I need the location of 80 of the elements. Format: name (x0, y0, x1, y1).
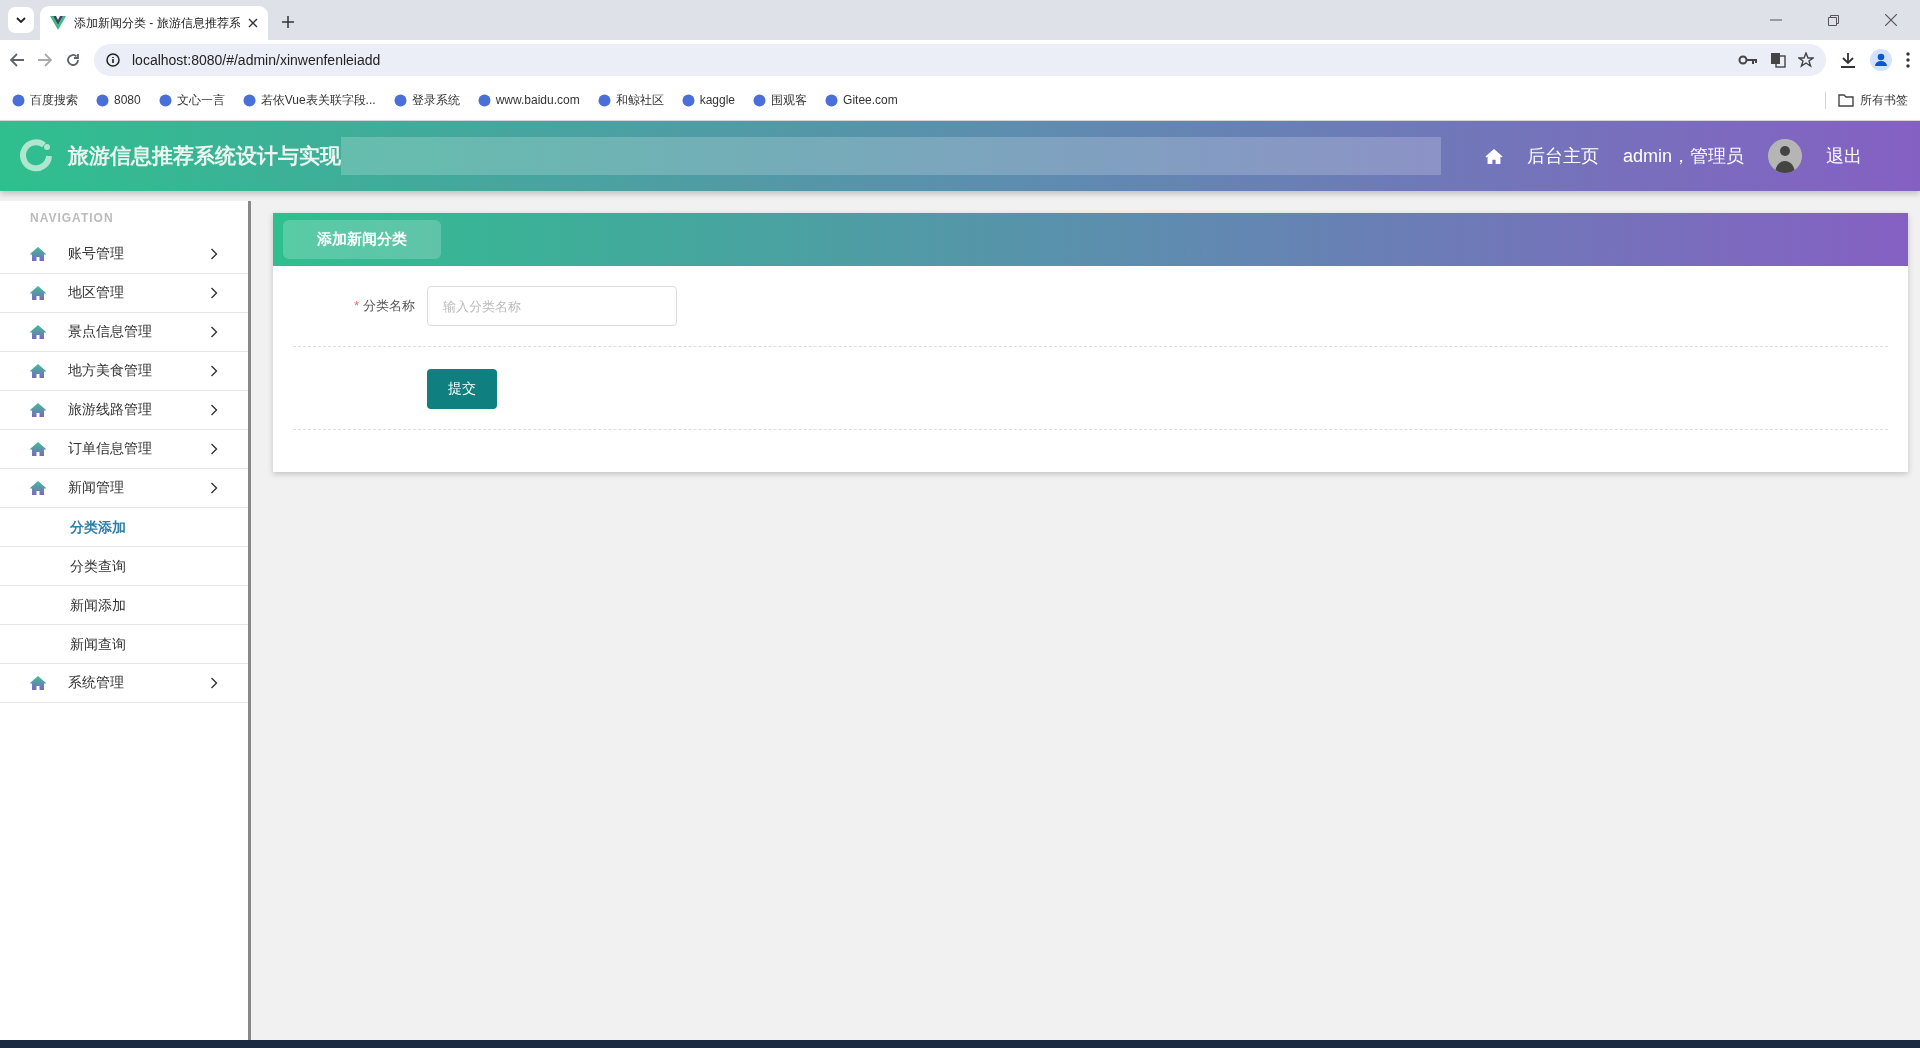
bookmark-icon (242, 93, 256, 107)
bookmark-icon (597, 93, 611, 107)
restore-icon[interactable] (1828, 14, 1839, 26)
bookmark[interactable]: 文心一言 (158, 91, 225, 109)
field-label: * 分类名称 (352, 297, 416, 315)
chevron-icon (210, 326, 218, 338)
chevron-icon (210, 404, 218, 416)
bookmark-icon (825, 93, 839, 107)
bookmark-icon (96, 93, 109, 107)
bookmark[interactable]: 登录系统 (393, 91, 460, 109)
bookmark[interactable]: 围观客 (753, 91, 808, 109)
home-link[interactable]: 后台主页 (1526, 144, 1599, 168)
house-icon (30, 325, 46, 339)
browser-tab[interactable]: 添加新闻分类 - 旅游信息推荐系 (40, 6, 268, 40)
bookmark[interactable]: 若依Vue表关联字段... (242, 91, 376, 109)
bookmark-icon (681, 93, 695, 107)
menu-item[interactable]: 地方美食管理 (0, 352, 248, 391)
reload-icon[interactable] (66, 53, 80, 67)
bookmark-icon (753, 93, 767, 107)
submenu-item[interactable]: 分类查询 (0, 547, 248, 586)
bookmark-icon (393, 93, 407, 107)
address-bar[interactable]: localhost:8080/#/admin/xinwenfenleiadd (94, 44, 1826, 76)
tab-list-button[interactable] (8, 7, 34, 33)
house-icon (30, 364, 46, 378)
submenu-item[interactable]: 新闻查询 (0, 625, 248, 664)
translate-icon[interactable] (1770, 52, 1786, 68)
chevron-icon (210, 443, 218, 455)
menu-icon[interactable] (1906, 52, 1910, 68)
bookmark-icon (12, 93, 25, 107)
avatar[interactable] (1768, 139, 1802, 173)
input-field[interactable]: 输入分类名称 (427, 286, 677, 326)
bookmark[interactable]: www.baidu.com (477, 93, 580, 107)
chevron-icon (210, 365, 218, 377)
info-icon[interactable] (106, 53, 120, 67)
logo-icon (18, 138, 54, 174)
chevron-icon (210, 287, 218, 299)
submit-button[interactable]: 提交 (427, 369, 497, 409)
v-logo-icon (50, 16, 66, 30)
user-name: admin，管理员 (1622, 145, 1744, 168)
bookmark-icon (477, 93, 491, 107)
bookmark[interactable]: Gitee.com (825, 93, 898, 107)
submenu-item[interactable]: 分类添加 (0, 508, 248, 547)
app-title: 旅游信息推荐系统设计与实现 (68, 143, 341, 169)
house-icon (30, 481, 46, 495)
chevron-icon (210, 677, 218, 689)
download-icon[interactable] (1840, 52, 1856, 68)
home-icon[interactable] (1484, 148, 1503, 164)
caret-icon (16, 17, 26, 23)
menu-item[interactable]: 地区管理 (0, 274, 248, 313)
all-bookmarks[interactable]: 所有书签 (1825, 91, 1908, 109)
bookmark-icon (158, 93, 172, 107)
submenu-item[interactable]: 新闻添加 (0, 586, 248, 625)
star-icon[interactable] (1798, 52, 1814, 68)
bookmark[interactable]: 和鲸社区 (597, 91, 664, 109)
chevron-icon (210, 482, 218, 494)
folder-icon (1838, 93, 1854, 107)
logout-link[interactable]: 退出 (1826, 144, 1862, 168)
menu-item[interactable]: 景点信息管理 (0, 313, 248, 352)
bookmark[interactable]: kaggle (681, 93, 736, 107)
house-icon (30, 247, 46, 261)
house-icon (30, 286, 46, 300)
menu-item[interactable]: 新闻管理 (0, 469, 248, 508)
close-icon[interactable] (248, 18, 258, 28)
card-title: 添加新闻分类 (283, 220, 441, 259)
menu-item[interactable]: 账号管理 (0, 235, 248, 274)
house-icon (30, 403, 46, 417)
house-icon (30, 676, 46, 690)
back-icon[interactable] (10, 53, 24, 67)
menu-item[interactable]: 旅游线路管理 (0, 391, 248, 430)
profile-icon[interactable] (1870, 49, 1892, 71)
key-icon[interactable] (1738, 55, 1758, 65)
menu-item[interactable]: 订单信息管理 (0, 430, 248, 469)
bookmark[interactable]: 百度搜索 (12, 91, 78, 109)
bookmark[interactable]: 8080 (96, 93, 141, 107)
chevron-icon (210, 248, 218, 260)
nav-heading: NAVIGATION (29, 210, 115, 227)
menu-item[interactable]: 系统管理 (0, 664, 248, 703)
plus-icon (282, 16, 294, 28)
house-icon (30, 442, 46, 456)
close-icon[interactable] (1885, 14, 1897, 26)
